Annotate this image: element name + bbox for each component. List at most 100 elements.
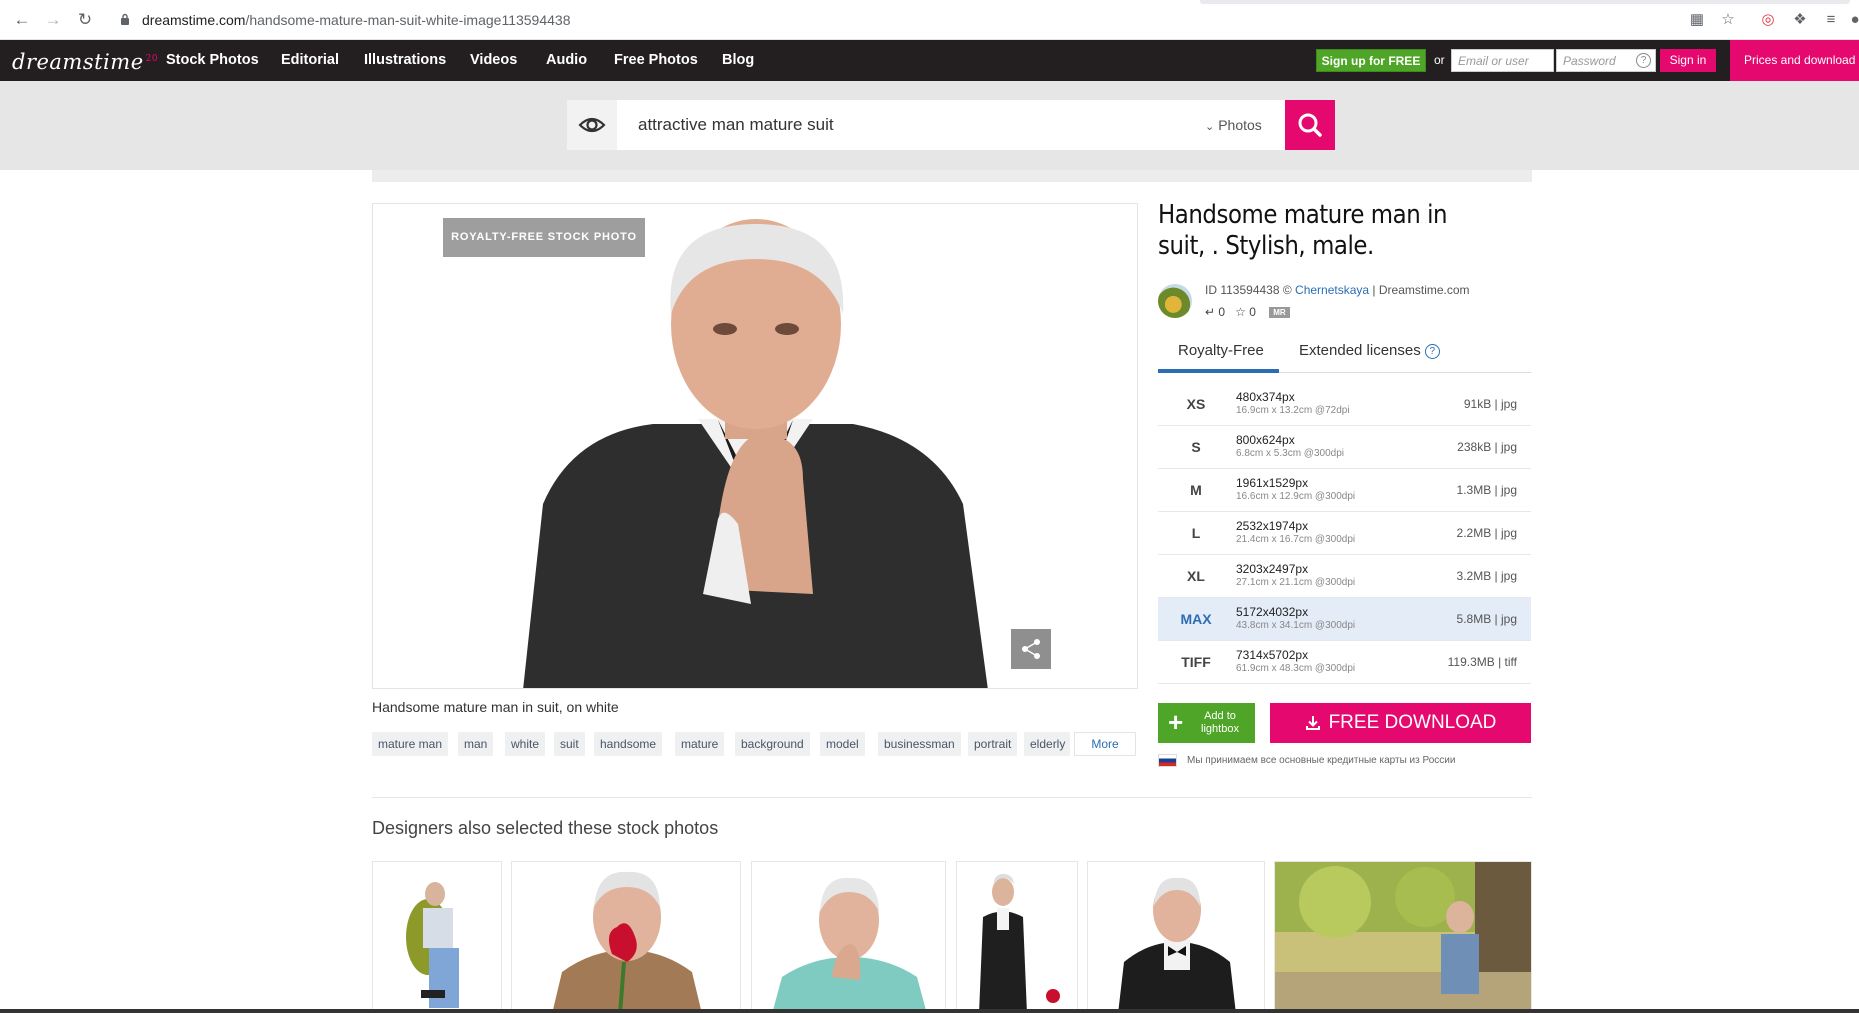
photo-caption: Handsome mature man in suit, on white — [372, 699, 619, 715]
thumb-image — [552, 871, 702, 1012]
share-button[interactable] — [1011, 629, 1051, 669]
free-download-button[interactable]: FREE DOWNLOAD — [1270, 703, 1531, 743]
tag-handsome[interactable]: handsome — [594, 732, 663, 756]
thumb-image — [772, 877, 927, 1012]
license-tabs: Royalty-Free Extended licenses? — [1158, 333, 1531, 373]
nav-stock-photos[interactable]: Stock Photos — [166, 52, 259, 68]
tab-strip-edge — [1200, 0, 1850, 4]
dreamstime-logo[interactable]: dreamstime 20 — [12, 50, 158, 74]
nav-editorial[interactable]: Editorial — [281, 52, 339, 68]
tab-royalty-free[interactable]: Royalty-Free — [1178, 342, 1264, 359]
download-icon — [1305, 715, 1320, 730]
reload-icon[interactable]: ↻ — [75, 10, 95, 30]
related-thumb-1[interactable] — [372, 861, 502, 1013]
tag-businessman[interactable]: businessman — [878, 732, 961, 756]
search-bar: attractive man mature suit ⌄ Photos — [567, 100, 1335, 150]
url-text: dreamstime.com/handsome-mature-man-suit-… — [142, 12, 571, 28]
signup-button[interactable]: Sign up for FREE — [1316, 49, 1426, 72]
keyword-tags: mature man man white suit handsome matur… — [372, 732, 1138, 756]
photo-title: Handsome mature man in suit, . Stylish, … — [1158, 200, 1448, 261]
tab-extended-licenses[interactable]: Extended licenses? — [1299, 342, 1440, 359]
royalty-free-badge: ROYALTY-FREE STOCK PHOTO — [443, 218, 645, 257]
related-thumb-4[interactable] — [956, 861, 1078, 1013]
search-icon — [1298, 113, 1322, 137]
model-release-badge: MR — [1269, 307, 1290, 319]
search-band: attractive man mature suit ⌄ Photos — [0, 81, 1859, 170]
author-link[interactable]: Chernetskaya — [1295, 283, 1369, 297]
address-bar[interactable]: dreamstime.com/handsome-mature-man-suit-… — [106, 5, 1156, 35]
search-input[interactable]: attractive man mature suit — [638, 115, 834, 135]
tag-mature-man[interactable]: mature man — [372, 732, 449, 756]
plus-icon: + — [1168, 707, 1184, 737]
search-band-shadow — [372, 170, 1532, 182]
favorites-count: 0 — [1249, 305, 1256, 319]
related-thumb-3[interactable] — [751, 861, 946, 1013]
bottom-edge — [0, 1009, 1859, 1013]
downloads-icon: ↵ — [1205, 305, 1216, 319]
tag-background[interactable]: background — [735, 732, 810, 756]
size-row-s[interactable]: S 800x624px 6.8cm x 5.3cm @300dpi 238kB | j… — [1158, 426, 1531, 469]
profile-icon[interactable]: ● — [1846, 11, 1859, 29]
add-to-lightbox-button[interactable]: + Add to lightbox — [1158, 703, 1255, 743]
thumb-image — [979, 874, 1060, 1012]
or-label: or — [1434, 53, 1445, 67]
related-thumb-2[interactable] — [511, 861, 741, 1013]
back-icon[interactable]: ← — [12, 10, 32, 30]
browser-toolbar: ← → ↻ dreamstime.com/handsome-mature-man… — [0, 0, 1859, 40]
author-avatar[interactable] — [1158, 284, 1192, 318]
bookmark-star-icon[interactable]: ☆ — [1719, 11, 1737, 29]
photo-placeholder — [523, 219, 988, 688]
tag-mature[interactable]: mature — [675, 732, 725, 756]
thumb-image — [1118, 877, 1236, 1012]
thumb-image — [1275, 862, 1531, 1012]
lock-icon — [121, 13, 129, 25]
tag-elderly[interactable]: elderly — [1024, 732, 1070, 756]
signin-button[interactable]: Sign in — [1660, 49, 1716, 72]
help-icon[interactable]: ? — [1424, 343, 1440, 359]
nav-blog[interactable]: Blog — [722, 52, 754, 68]
nav-audio[interactable]: Audio — [546, 52, 587, 68]
nav-free-photos[interactable]: Free Photos — [614, 52, 698, 68]
visual-search-toggle[interactable] — [567, 100, 617, 150]
tag-portrait[interactable]: portrait — [968, 732, 1018, 756]
reading-list-icon[interactable]: ≡ — [1822, 11, 1840, 29]
main-photo[interactable]: ROYALTY-FREE STOCK PHOTO — [372, 203, 1138, 689]
eye-icon — [578, 117, 606, 133]
size-row-l[interactable]: L 2532x1974px 21.4cm x 16.7cm @300dpi 2.2MB… — [1158, 512, 1531, 555]
tag-suit[interactable]: suit — [554, 732, 585, 756]
size-row-tiff[interactable]: TIFF 7314x5702px 61.9cm x 48.3cm @300dpi 11… — [1158, 641, 1531, 684]
size-list: XS 480x374px 16.9cm x 13.2cm @72dpi 91kB | … — [1158, 383, 1531, 684]
nav-videos[interactable]: Videos — [470, 52, 517, 68]
thumb-image — [406, 882, 459, 1008]
related-thumb-6[interactable] — [1274, 861, 1532, 1013]
target-extension-icon[interactable]: ◎ — [1759, 11, 1777, 29]
share-icon — [1022, 639, 1040, 659]
size-row-m[interactable]: M 1961x1529px 16.6cm x 12.9cm @300dpi 1.3MB… — [1158, 469, 1531, 512]
tag-man[interactable]: man — [458, 732, 494, 756]
tag-model[interactable]: model — [820, 732, 865, 756]
photo-id-line: ID 113594438 © Chernetskaya | Dreamstime… — [1205, 283, 1470, 297]
nav-illustrations[interactable]: Illustrations — [364, 52, 446, 68]
size-row-xl[interactable]: XL 3203x2497px 27.1cm x 21.1cm @300dpi 3.2M… — [1158, 555, 1531, 598]
password-help-icon[interactable]: ? — [1636, 53, 1651, 68]
active-tab-indicator — [1158, 369, 1279, 373]
size-row-max[interactable]: MAX 5172x4032px 43.8cm x 34.1cm @300dpi 5.8… — [1158, 598, 1531, 641]
prices-and-download-button[interactable]: Prices and download — [1730, 40, 1859, 81]
russia-flag-icon — [1158, 754, 1177, 767]
favorites-icon: ☆ — [1235, 305, 1246, 319]
related-heading: Designers also selected these stock phot… — [372, 818, 719, 838]
payment-note: Мы принимаем все основные кредитные карт… — [1158, 754, 1455, 767]
email-field[interactable]: Email or user — [1451, 49, 1554, 72]
section-divider — [372, 797, 1532, 798]
tag-white[interactable]: white — [505, 732, 546, 756]
size-row-xs[interactable]: XS 480x374px 16.9cm x 13.2cm @72dpi 91kB | … — [1158, 383, 1531, 426]
puzzle-extension-icon[interactable]: ❖ — [1791, 11, 1809, 29]
more-tags-button[interactable]: More — [1074, 732, 1136, 756]
downloads-count: 0 — [1218, 305, 1226, 319]
search-type-dropdown[interactable]: ⌄ Photos — [1205, 117, 1262, 133]
related-thumb-5[interactable] — [1087, 861, 1265, 1013]
photo-stats: ↵ 0 ☆ 0 MR — [1205, 305, 1290, 319]
translate-icon[interactable]: ▦ — [1688, 11, 1706, 29]
forward-icon[interactable]: → — [43, 10, 63, 30]
search-button[interactable] — [1285, 100, 1335, 150]
